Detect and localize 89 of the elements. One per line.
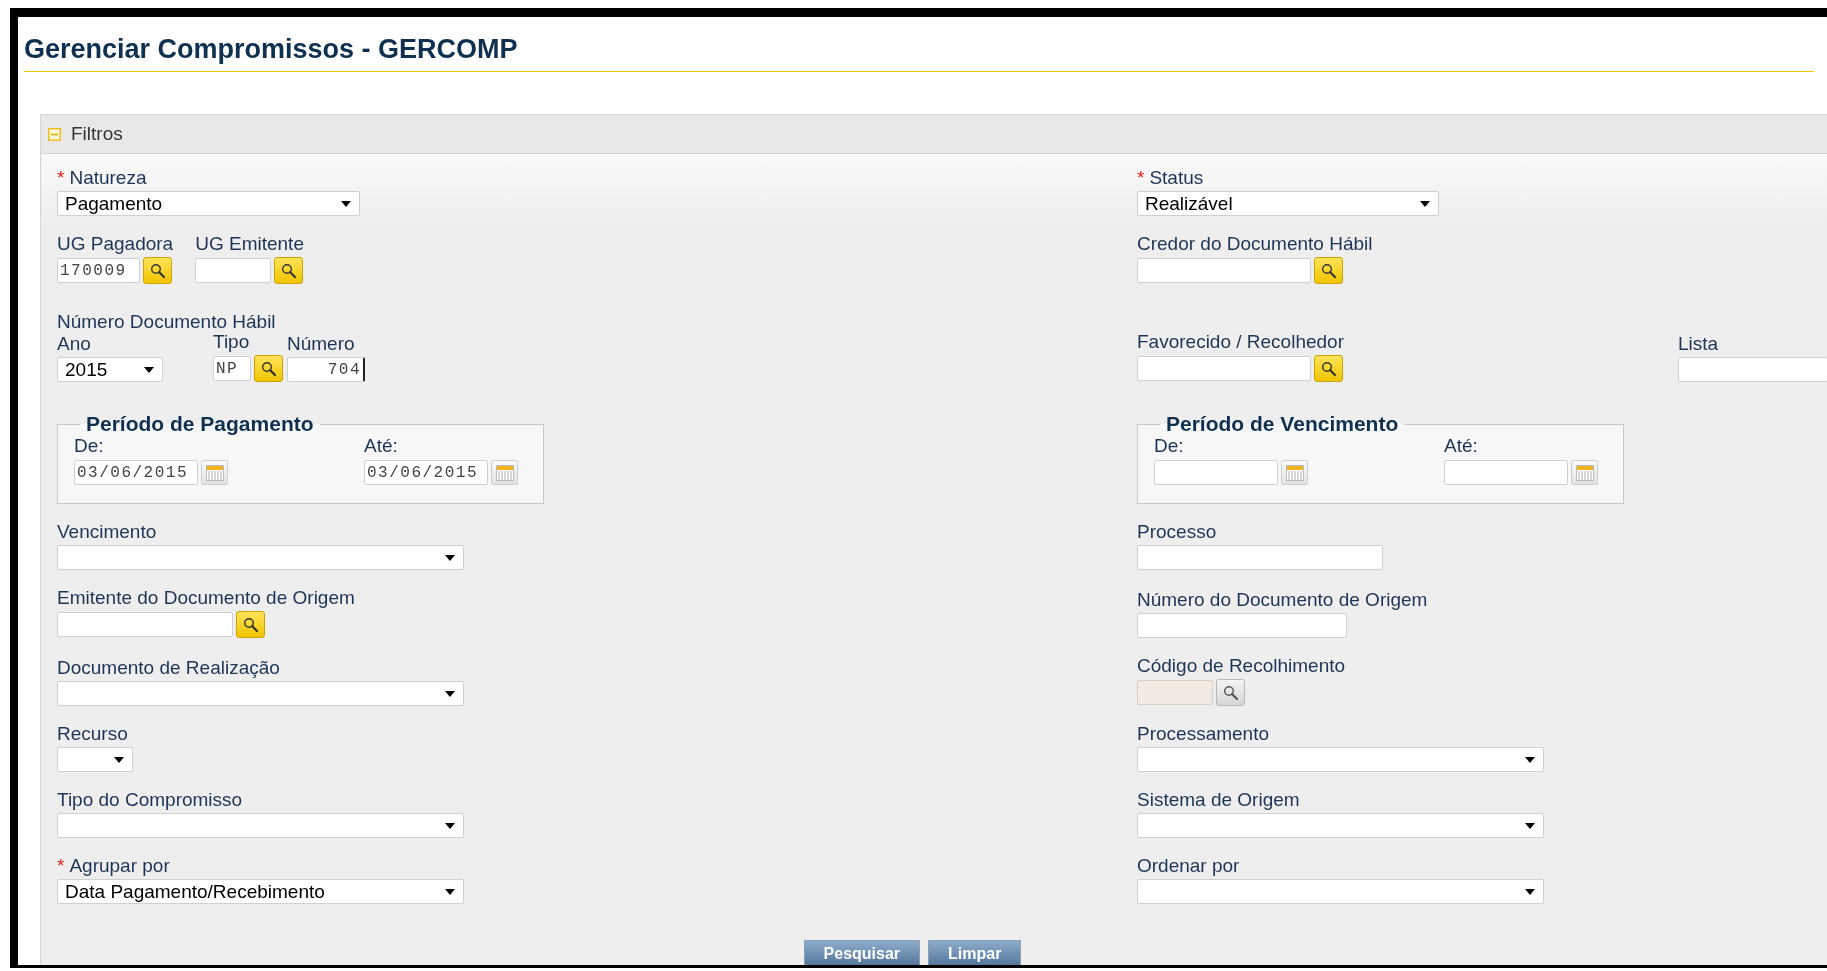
input-field[interactable]: NP [213, 356, 251, 381]
date-field[interactable] [1444, 460, 1568, 485]
search-icon [242, 616, 259, 633]
select-field[interactable] [57, 681, 464, 706]
caret-icon [1525, 756, 1535, 763]
select-field[interactable] [1137, 879, 1544, 904]
field-label: Emitente do Documento de Origem [57, 588, 355, 608]
calendar-icon [205, 464, 224, 481]
select-field[interactable] [57, 545, 464, 570]
field-label: Favorecido / Recolhedor [1137, 332, 1344, 352]
field-label: Ordenar por [1137, 856, 1241, 876]
search-icon [260, 360, 277, 377]
field-label: UG Pagadora [57, 234, 174, 254]
select-field[interactable] [57, 813, 464, 838]
calendar-button[interactable] [1571, 460, 1598, 485]
field-label: Documento de Realização [57, 658, 281, 678]
input-field[interactable] [195, 258, 272, 283]
select-field[interactable]: Realizável [1137, 191, 1439, 216]
caret-icon [341, 200, 351, 207]
field-label: Processo [1137, 522, 1218, 542]
field-label: Ano [57, 334, 92, 354]
calendar-icon [1285, 464, 1304, 481]
caret-icon [1420, 200, 1430, 207]
calendar-icon [495, 464, 514, 481]
lookup-button[interactable] [254, 355, 283, 382]
lookup-button[interactable] [143, 257, 172, 284]
field-label: De: [1154, 436, 1185, 456]
field-label: Vencimento [57, 522, 158, 542]
search-icon [149, 262, 166, 279]
lookup-button[interactable] [236, 611, 265, 638]
input-field[interactable]: 704 [287, 357, 365, 382]
caret-icon [445, 888, 455, 895]
search-icon [1320, 262, 1337, 279]
field-label: * Natureza [57, 168, 148, 188]
search-icon [280, 262, 297, 279]
date-field[interactable]: 03/06/2015 [364, 460, 488, 485]
field-label: Código de Recolhimento [1137, 656, 1346, 676]
select-field[interactable] [57, 747, 133, 772]
field-label: De: [74, 436, 105, 456]
input-field[interactable] [1137, 613, 1347, 638]
field-label: Até: [364, 436, 399, 456]
caret-icon [1525, 822, 1535, 829]
field-label: Número do Documento de Origem [1137, 590, 1428, 610]
field-label: Processamento [1137, 724, 1270, 744]
lookup-button[interactable] [1314, 257, 1343, 284]
date-field[interactable] [1154, 460, 1278, 485]
search-icon [1222, 684, 1239, 701]
calendar-icon [1575, 464, 1594, 481]
lookup-button[interactable] [1314, 355, 1343, 382]
field-label: Sistema de Origem [1137, 790, 1301, 810]
caret-icon [445, 822, 455, 829]
calendar-button[interactable] [201, 460, 228, 485]
input-field[interactable] [1678, 357, 1827, 382]
calendar-button[interactable] [1281, 460, 1308, 485]
select-field[interactable]: 2015 [57, 357, 163, 382]
field-label: Número [287, 334, 356, 354]
page-title: Gerenciar Compromissos - GERCOMP [24, 33, 1814, 72]
field-label: Credor do Documento Hábil [1137, 234, 1373, 254]
input-field[interactable] [1137, 356, 1311, 381]
caret-icon [144, 366, 154, 373]
caret-icon [1525, 888, 1535, 895]
field-label: UG Emitente [195, 234, 304, 254]
field-label: Tipo do Compromisso [57, 790, 244, 810]
caret-icon [445, 554, 455, 561]
input-field[interactable]: 170009 [57, 258, 140, 283]
caret-icon [445, 690, 455, 697]
panel-title: Filtros [71, 123, 123, 145]
search-icon [1320, 360, 1337, 377]
field-label: Lista [1678, 334, 1720, 354]
input-field[interactable] [57, 612, 233, 637]
select-field[interactable] [1137, 813, 1544, 838]
select-field[interactable] [1137, 747, 1544, 772]
select-field[interactable]: Pagamento [57, 191, 360, 216]
collapse-icon[interactable] [48, 127, 61, 141]
input-field[interactable] [1137, 545, 1383, 570]
field-label: Até: [1444, 436, 1479, 456]
field-label: * Agrupar por [57, 856, 171, 876]
select-field[interactable]: Data Pagamento/Recebimento [57, 879, 464, 904]
input-field[interactable] [1137, 258, 1311, 283]
calendar-button[interactable] [491, 460, 518, 485]
group-label: Número Documento Hábil [57, 312, 277, 332]
field-label: Tipo [213, 332, 251, 352]
fieldset-title: Período de Vencimento [1165, 412, 1400, 436]
lookup-button[interactable] [274, 257, 304, 284]
caret-icon [114, 756, 124, 763]
fieldset-title: Período de Pagamento [85, 412, 315, 436]
date-field[interactable]: 03/06/2015 [74, 460, 198, 485]
field-label: * Status [1137, 168, 1205, 188]
field-label: Recurso [57, 724, 129, 744]
